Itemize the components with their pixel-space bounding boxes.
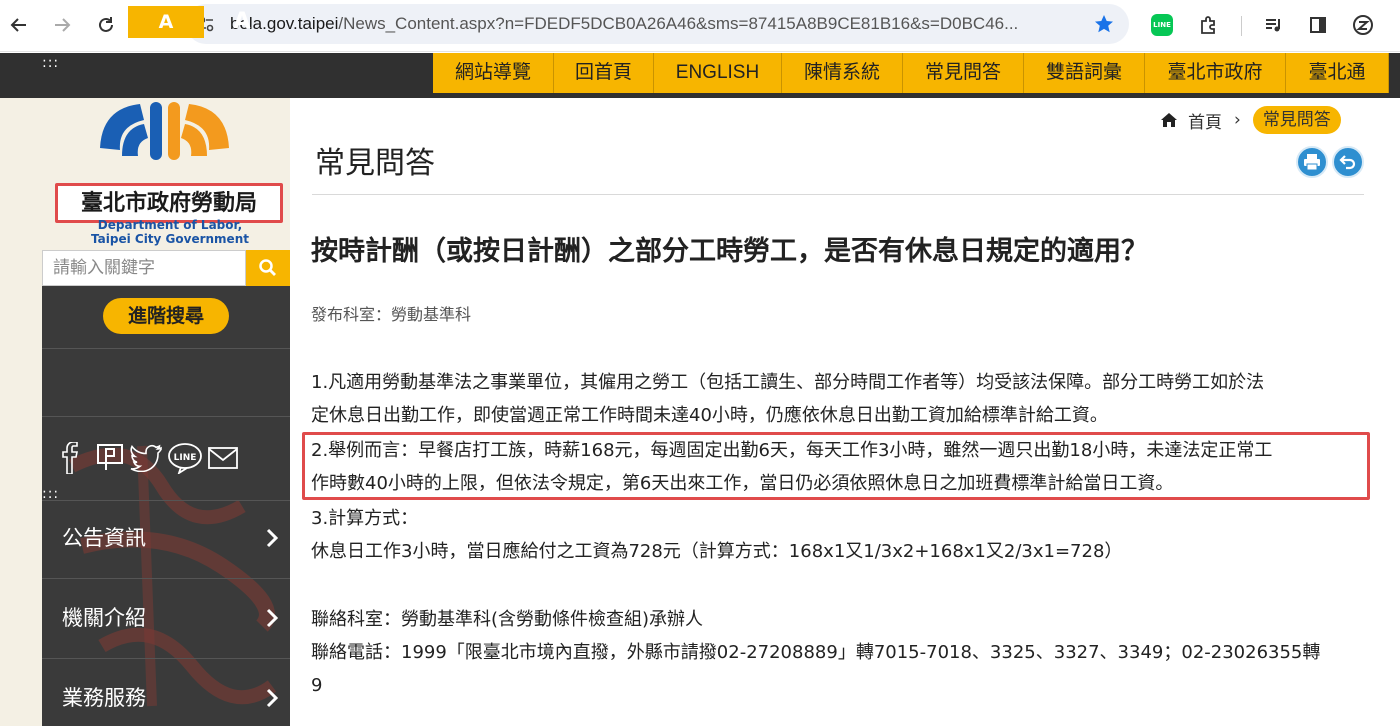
topnav-faq[interactable]: 常見問答 <box>903 53 1024 93</box>
print-icon <box>1304 154 1320 171</box>
topnav-glossary[interactable]: 雙語詞彙 <box>1024 53 1145 93</box>
topnav-petition[interactable]: 陳情系統 <box>782 53 903 93</box>
print-button[interactable] <box>1296 146 1328 178</box>
sidebar-item-label: 機關介紹 <box>62 606 146 630</box>
return-icon <box>1339 155 1356 170</box>
font-size-small[interactable]: A <box>74 6 106 38</box>
question-title: 按時計酬（或按日計酬）之部分工時勞工，是否有休息日規定的適用？ <box>311 236 1148 267</box>
line-share-icon[interactable]: LINE <box>166 440 204 476</box>
answer-line: 3.計算方式： <box>311 508 419 529</box>
sidebar-item-services[interactable]: 業務服務 <box>42 668 290 726</box>
breadcrumb-home[interactable]: 首頁 <box>1188 108 1222 133</box>
font-size-large[interactable]: A <box>226 6 258 38</box>
sidebar-item-label: 業務服務 <box>62 686 146 710</box>
font-size-medium[interactable]: A <box>128 6 204 38</box>
twitter-icon[interactable] <box>128 440 164 476</box>
sidebar-divider <box>42 658 290 659</box>
profile-avatar-icon[interactable] <box>1348 10 1378 40</box>
sidebar-item-announcements[interactable]: 公告資訊 <box>42 508 290 568</box>
chevron-right-icon <box>266 608 279 632</box>
contact-department: 聯絡科室：勞動基準科(含勞動條件檢查組)承辦人 <box>311 609 704 630</box>
publishing-department: 發布科室：勞動基準科 <box>311 305 472 324</box>
side-panel-icon[interactable] <box>1303 10 1333 40</box>
plurk-icon[interactable] <box>94 440 126 476</box>
sidebar-divider <box>42 578 290 579</box>
answer-paragraph-3: 3.計算方式： 休息日工作3小時，當日應給付之工資為728元（計算方式：168x… <box>311 502 1366 568</box>
facebook-icon[interactable] <box>58 440 82 476</box>
address-bar[interactable]: bola.gov.taipei/News_Content.aspx?n=FDED… <box>186 4 1129 44</box>
sidebar-divider <box>42 500 290 501</box>
chevron-right-icon <box>266 688 279 712</box>
browser-toolbar: bola.gov.taipei/News_Content.aspx?n=FDED… <box>0 0 1400 52</box>
toolbar-divider <box>1241 16 1242 36</box>
topnav-english[interactable]: ENGLISH <box>654 53 782 93</box>
chevron-right-icon <box>266 528 279 552</box>
organization-name: 臺北市政府勞動局 <box>55 183 283 223</box>
title-divider <box>312 194 1364 195</box>
sidebar-divider <box>42 416 290 417</box>
breadcrumb: 首頁 › 常見問答 <box>1160 106 1341 134</box>
contact-phone: 聯絡電話：1999「限臺北市境內直撥，外縣市請撥02-27208889」轉701… <box>311 642 1321 663</box>
sidebar-divider <box>42 348 290 349</box>
page-tools <box>1296 146 1364 178</box>
advanced-search-button[interactable]: 進階搜尋 <box>103 298 229 334</box>
forward-icon[interactable] <box>47 10 77 40</box>
answer-line: 1.凡適用勞動基準法之事業單位，其僱用之勞工（包括工讀生、部分時間工作者等）均受… <box>311 372 1265 393</box>
contact-info: 聯絡科室：勞動基準科(含勞動條件檢查組)承辦人 聯絡電話：1999「限臺北市境內… <box>311 603 1366 702</box>
svg-text:LINE: LINE <box>174 453 197 463</box>
site-top-bar: ::: 網站導覽 回首頁 ENGLISH 陳情系統 常見問答 雙語詞彙 臺北市政… <box>0 53 1400 98</box>
sidebar-item-about[interactable]: 機關介紹 <box>42 588 290 648</box>
topnav-taipei-gov[interactable]: 臺北市政府 <box>1145 53 1286 93</box>
bookmark-star-icon[interactable] <box>1093 13 1115 39</box>
answer-paragraph-1: 1.凡適用勞動基準法之事業單位，其僱用之勞工（包括工讀生、部分時間工作者等）均受… <box>311 366 1366 432</box>
org-en-line-2: Taipei City Government <box>91 232 249 246</box>
url-path: /News_Content.aspx?n=FDEDF5DCB0A26A46&sm… <box>338 14 1019 33</box>
sidebar-item-label: 公告資訊 <box>62 526 146 550</box>
accesskey-grip-icon[interactable]: ::: <box>42 56 59 70</box>
accesskey-grip-icon[interactable]: ::: <box>42 487 59 501</box>
topnav-taipeipass[interactable]: 臺北通 <box>1286 53 1389 93</box>
email-icon[interactable] <box>206 440 240 476</box>
search-input[interactable]: 請輸入關鍵字 <box>42 250 246 286</box>
contact-phone-cont: 9 <box>311 675 323 696</box>
org-en-line-1: Department of Labor, <box>97 218 243 232</box>
top-navigation: 網站導覽 回首頁 ENGLISH 陳情系統 常見問答 雙語詞彙 臺北市政府 臺北… <box>433 53 1389 93</box>
page-title: 常見問答 <box>315 146 435 181</box>
search-button[interactable] <box>246 250 290 286</box>
line-extension-icon[interactable]: LINE <box>1147 10 1177 40</box>
sidebar-panel <box>42 286 290 726</box>
back-icon[interactable] <box>4 10 34 40</box>
home-icon[interactable] <box>1160 112 1178 128</box>
organization-name-english: Department of Labor, Taipei City Governm… <box>60 218 280 246</box>
answer-line: 休息日工作3小時，當日應給付之工資為728元（計算方式：168x1又1/3x2+… <box>311 541 1123 562</box>
department-logo[interactable] <box>92 98 237 192</box>
answer-line: 定休息日出勤工作，即使當週正常工作時間未達40小時，仍應依休息日出勤工資加給標準… <box>311 405 1108 426</box>
topnav-sitemap[interactable]: 網站導覽 <box>433 53 554 93</box>
address-bar-url: bola.gov.taipei/News_Content.aspx?n=FDED… <box>230 4 1070 44</box>
highlight-box <box>302 432 1370 500</box>
back-button[interactable] <box>1332 146 1364 178</box>
media-controls-icon[interactable] <box>1258 10 1288 40</box>
breadcrumb-current[interactable]: 常見問答 <box>1252 106 1341 134</box>
topnav-home[interactable]: 回首頁 <box>554 53 654 93</box>
extensions-puzzle-icon[interactable] <box>1193 10 1223 40</box>
search-icon <box>259 259 276 276</box>
breadcrumb-separator: › <box>1234 110 1241 130</box>
